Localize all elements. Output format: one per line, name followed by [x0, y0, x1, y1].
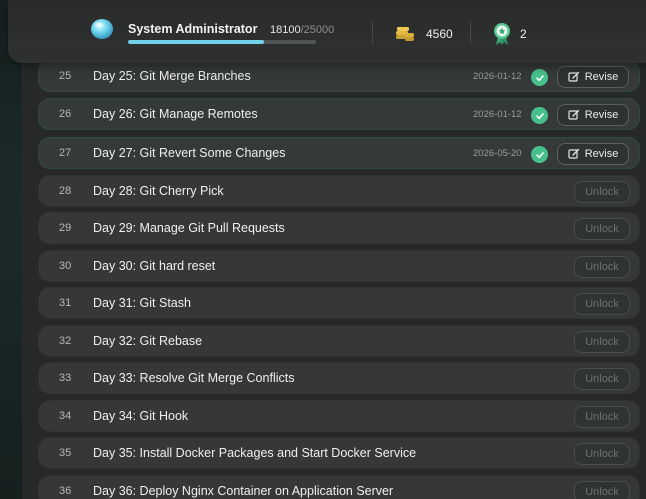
task-number: 31 [59, 297, 72, 309]
unlock-button[interactable]: Unlock [574, 293, 630, 315]
coin-stack-icon [396, 27, 414, 41]
unlock-button[interactable]: Unlock [574, 181, 630, 203]
task-title: Day 31: Git Stash [93, 296, 191, 310]
list-item[interactable]: 27 Day 27: Git Revert Some Changes 2026-05… [38, 137, 640, 169]
list-item[interactable]: 30 Day 30: Git hard reset Unlock [38, 250, 640, 282]
completion-date: 2026-05-20 [473, 148, 522, 159]
list-item[interactable]: 36 Day 36: Deploy Nginx Container on Appl… [38, 475, 640, 499]
edit-icon [568, 109, 579, 120]
list-item[interactable]: 33 Day 33: Resolve Git Merge Conflicts Unl… [38, 362, 640, 394]
task-number: 30 [59, 260, 72, 272]
revise-button[interactable]: Revise [557, 143, 629, 165]
list-item[interactable]: 25 Day 25: Git Merge Branches 2026-01-12 Re… [38, 60, 640, 92]
task-number: 29 [59, 222, 72, 234]
user-stats-header: System Administrator 18100/25000 4560 2 [8, 0, 646, 63]
left-background-strip [0, 0, 22, 499]
task-number: 32 [59, 335, 72, 347]
xp-progress-bar [128, 40, 316, 44]
divider [470, 22, 471, 44]
list-item[interactable]: 34 Day 34: Git Hook Unlock [38, 400, 640, 432]
unlock-button[interactable]: Unlock [574, 331, 630, 353]
revise-label: Revise [584, 71, 619, 83]
unlock-button[interactable]: Unlock [574, 218, 630, 240]
completion-date: 2026-01-12 [473, 109, 522, 120]
unlock-button[interactable]: Unlock [574, 481, 630, 499]
divider [372, 22, 373, 44]
task-number: 34 [59, 410, 72, 422]
task-title: Day 27: Git Revert Some Changes [93, 146, 286, 160]
list-item[interactable]: 31 Day 31: Git Stash Unlock [38, 287, 640, 319]
gem-avatar-icon [91, 19, 113, 39]
task-title: Day 25: Git Merge Branches [93, 69, 251, 83]
task-title: Day 36: Deploy Nginx Container on Applic… [93, 484, 394, 498]
task-title: Day 29: Manage Git Pull Requests [93, 221, 285, 235]
task-title: Day 30: Git hard reset [93, 259, 216, 273]
xp-progress-fill [128, 40, 265, 44]
revise-label: Revise [584, 109, 619, 121]
unlock-button[interactable]: Unlock [574, 256, 630, 278]
task-title: Day 28: Git Cherry Pick [93, 184, 224, 198]
task-title: Day 32: Git Rebase [93, 334, 203, 348]
task-number: 28 [59, 185, 72, 197]
task-title: Day 26: Git Manage Remotes [93, 107, 258, 121]
task-number: 36 [59, 485, 72, 497]
list-item[interactable]: 35 Day 35: Install Docker Packages and St… [38, 437, 640, 469]
unlock-button[interactable]: Unlock [574, 443, 630, 465]
xp-readout: 18100/25000 [270, 24, 334, 36]
task-number: 25 [59, 70, 72, 82]
check-icon [531, 69, 548, 86]
list-item[interactable]: 26 Day 26: Git Manage Remotes 2026-01-12 Re… [38, 98, 640, 130]
xp-max: /25000 [300, 24, 335, 36]
app-screen: System Administrator 18100/25000 4560 2 … [0, 0, 646, 499]
award-badge-icon [494, 23, 510, 45]
list-item[interactable]: 32 Day 32: Git Rebase Unlock [38, 325, 640, 357]
task-title: Day 33: Resolve Git Merge Conflicts [93, 371, 295, 385]
user-name: System Administrator [128, 22, 258, 36]
unlock-button[interactable]: Unlock [574, 406, 630, 428]
task-number: 26 [59, 108, 72, 120]
task-title: Day 34: Git Hook [93, 409, 189, 423]
unlock-button[interactable]: Unlock [574, 368, 630, 390]
revise-button[interactable]: Revise [557, 104, 629, 126]
edit-icon [568, 148, 579, 159]
badge-count: 2 [520, 27, 527, 41]
coin-count: 4560 [426, 27, 453, 41]
edit-icon [568, 71, 579, 82]
list-item[interactable]: 29 Day 29: Manage Git Pull Requests Unlock [38, 212, 640, 244]
task-number: 27 [59, 147, 72, 159]
check-icon [531, 146, 548, 163]
task-number: 33 [59, 372, 72, 384]
xp-current: 18100 [270, 24, 301, 36]
list-item[interactable]: 28 Day 28: Git Cherry Pick Unlock [38, 175, 640, 207]
completion-date: 2026-01-12 [473, 71, 522, 82]
task-title: Day 35: Install Docker Packages and Star… [93, 446, 417, 460]
revise-label: Revise [584, 148, 619, 160]
revise-button[interactable]: Revise [557, 66, 629, 88]
check-icon [531, 107, 548, 124]
task-number: 35 [59, 447, 72, 459]
